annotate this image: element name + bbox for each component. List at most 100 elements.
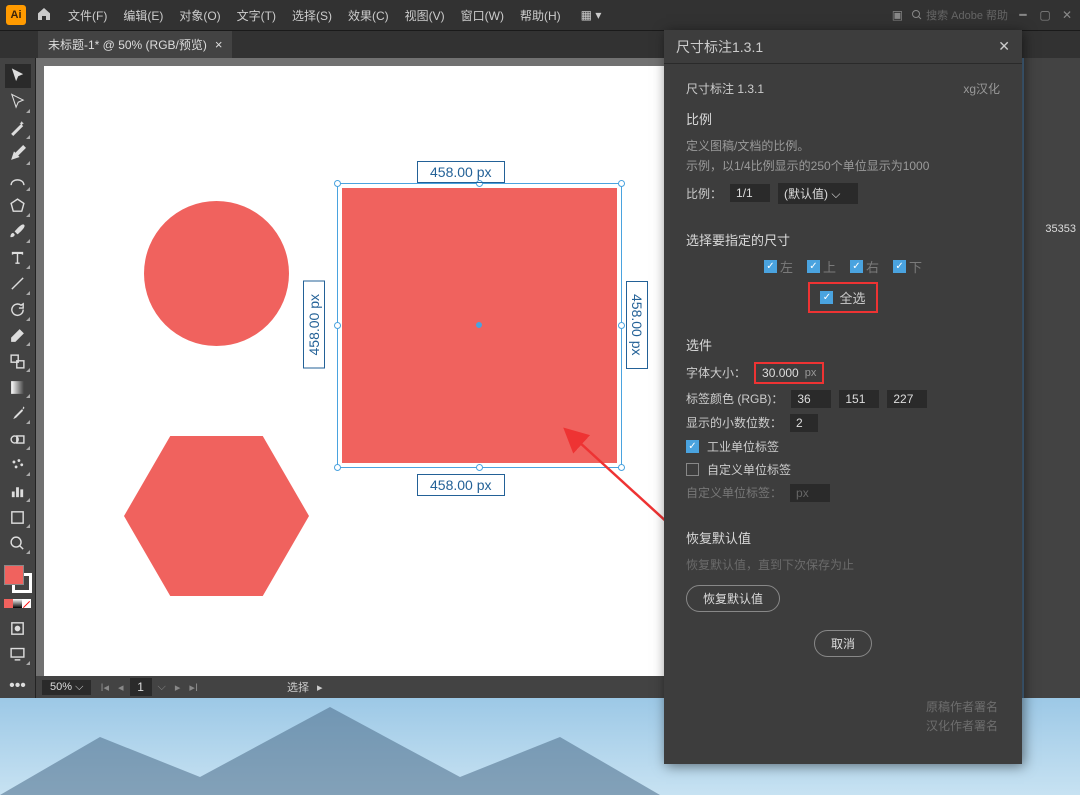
home-icon[interactable] <box>30 6 58 25</box>
direct-selection-tool[interactable] <box>5 90 31 114</box>
menu-object[interactable]: 对象(O) <box>173 7 226 24</box>
options-heading: 选件 <box>686 335 1000 354</box>
chk-custom-units[interactable] <box>686 463 699 476</box>
color-g-input[interactable]: 151 <box>839 390 879 408</box>
industry-units-label: 工业单位标签 <box>707 438 779 455</box>
resize-handle[interactable] <box>618 180 625 187</box>
panel-translator: xg汉化 <box>963 80 1000 97</box>
search-input[interactable]: 搜索 Adobe 帮助 <box>911 7 1008 23</box>
resize-handle[interactable] <box>618 322 625 329</box>
right-side-readout: 35353 <box>1045 223 1076 235</box>
color-r-input[interactable]: 36 <box>791 390 831 408</box>
curvature-tool[interactable] <box>5 168 31 192</box>
color-swatch[interactable] <box>4 565 32 593</box>
app-logo: Ai <box>6 5 26 25</box>
resize-handle[interactable] <box>334 464 341 471</box>
panel-title: 尺寸标注1.3.1 <box>676 37 763 57</box>
edit-toolbar[interactable]: ••• <box>5 674 31 698</box>
maximize-icon[interactable]: ▢ <box>1038 8 1052 22</box>
pen-tool[interactable] <box>5 142 31 166</box>
resize-handle[interactable] <box>334 322 341 329</box>
color-mode-mini[interactable] <box>4 599 31 608</box>
panel-credits: 原稿作者署名汉化作者署名 <box>926 698 998 736</box>
color-b-input[interactable]: 227 <box>887 390 927 408</box>
circle-shape[interactable] <box>144 201 289 346</box>
gradient-tool[interactable] <box>5 375 31 399</box>
select-dims-heading: 选择要指定的尺寸 <box>686 230 1000 249</box>
selection-bounding-box <box>337 183 622 468</box>
cancel-button[interactable]: 取消 <box>814 630 872 657</box>
screen-mode[interactable] <box>5 642 31 666</box>
font-size-input[interactable]: 30.000 <box>762 366 799 380</box>
decimals-label: 显示的小数位数： <box>686 414 782 431</box>
document-tab[interactable]: 未标题-1* @ 50% (RGB/预览) × <box>38 31 232 58</box>
scale-default-select[interactable]: (默认值) ⌵ <box>778 183 858 204</box>
menu-effect[interactable]: 效果(C) <box>342 7 395 24</box>
workspace-switcher-icon[interactable]: ▦ ▾ <box>581 8 602 22</box>
paintbrush-tool[interactable] <box>5 220 31 244</box>
blend-tool[interactable] <box>5 427 31 451</box>
close-icon[interactable]: ✕ <box>1060 8 1074 22</box>
chk-right[interactable]: ✓ <box>850 260 863 273</box>
restore-heading: 恢复默认值 <box>686 528 1000 547</box>
chk-select-all[interactable]: ✓ <box>820 291 833 304</box>
restore-defaults-button[interactable]: 恢复默认值 <box>686 585 780 612</box>
scale-label: 比例： <box>686 185 722 202</box>
dimension-label-right: 458.00 px <box>626 281 648 369</box>
minimize-icon[interactable]: ━ <box>1016 8 1030 22</box>
symbol-sprayer-tool[interactable] <box>5 453 31 477</box>
font-size-label: 字体大小： <box>686 364 746 381</box>
font-size-highlight: 30.000 px <box>754 362 824 384</box>
dimension-side-checkboxes: ✓左 ✓上 ✓右 ✓下 <box>686 257 1000 276</box>
resize-handle[interactable] <box>618 464 625 471</box>
resize-handle[interactable] <box>476 464 483 471</box>
menu-window[interactable]: 窗口(W) <box>455 7 510 24</box>
menu-edit[interactable]: 编辑(E) <box>117 7 169 24</box>
scale-tool[interactable] <box>5 349 31 373</box>
scale-hint: 定义图稿/文档的比例。 示例，以1/4比例显示的250个单位显示为1000 <box>686 136 1000 177</box>
arrange-docs-icon[interactable]: ▣ <box>892 8 903 22</box>
center-handle[interactable] <box>476 322 482 328</box>
page-navigator[interactable]: I◂◂ 1 ⌵▸▸I <box>97 678 201 696</box>
selection-tool[interactable] <box>5 64 31 88</box>
document-tab-title: 未标题-1* @ 50% (RGB/预览) <box>48 36 207 53</box>
eyedropper-tool[interactable] <box>5 401 31 425</box>
hexagon-shape[interactable] <box>124 436 309 596</box>
draw-mode[interactable] <box>5 616 31 640</box>
artboard-tool[interactable] <box>5 505 31 529</box>
scale-value-input[interactable]: 1/1 <box>730 184 770 202</box>
menu-view[interactable]: 视图(V) <box>399 7 451 24</box>
menu-file[interactable]: 文件(F) <box>62 7 113 24</box>
decimals-input[interactable]: 2 <box>790 414 818 432</box>
custom-units-field-label: 自定义单位标签： <box>686 484 782 501</box>
magic-wand-tool[interactable] <box>5 116 31 140</box>
status-mode: 选择 <box>287 679 309 695</box>
restore-hint: 恢复默认值，直到下次保存为止 <box>686 555 1000 575</box>
menu-type[interactable]: 文字(T) <box>231 7 282 24</box>
scale-heading: 比例 <box>686 109 1000 128</box>
label-color-label: 标签颜色 (RGB)： <box>686 390 783 407</box>
artboard[interactable]: 458.00 px 458.00 px 458.00 px 458.00 px <box>44 66 694 676</box>
type-tool[interactable] <box>5 246 31 270</box>
menu-help[interactable]: 帮助(H) <box>514 7 567 24</box>
column-graph-tool[interactable] <box>5 479 31 503</box>
line-tool[interactable] <box>5 272 31 296</box>
zoom-tool[interactable] <box>5 531 31 555</box>
rotate-tool[interactable] <box>5 298 31 322</box>
menu-bar: Ai 文件(F) 编辑(E) 对象(O) 文字(T) 选择(S) 效果(C) 视… <box>0 0 1080 30</box>
tab-close-icon[interactable]: × <box>215 37 223 52</box>
custom-units-input[interactable]: px <box>790 484 830 502</box>
menu-select[interactable]: 选择(S) <box>286 7 338 24</box>
chk-left[interactable]: ✓ <box>764 260 777 273</box>
rectangle-tool[interactable] <box>5 194 31 218</box>
resize-handle[interactable] <box>334 180 341 187</box>
chk-industry-units[interactable]: ✓ <box>686 440 699 453</box>
eraser-tool[interactable] <box>5 324 31 348</box>
chk-top[interactable]: ✓ <box>807 260 820 273</box>
dimension-label-top: 458.00 px <box>417 161 505 183</box>
panel-close-icon[interactable]: ✕ <box>998 38 1010 55</box>
dimension-label-bottom: 458.00 px <box>417 474 505 496</box>
chk-bottom[interactable]: ✓ <box>893 260 906 273</box>
dimension-label-left: 458.00 px <box>303 281 325 369</box>
zoom-level[interactable]: 50% ⌵ <box>42 680 91 695</box>
